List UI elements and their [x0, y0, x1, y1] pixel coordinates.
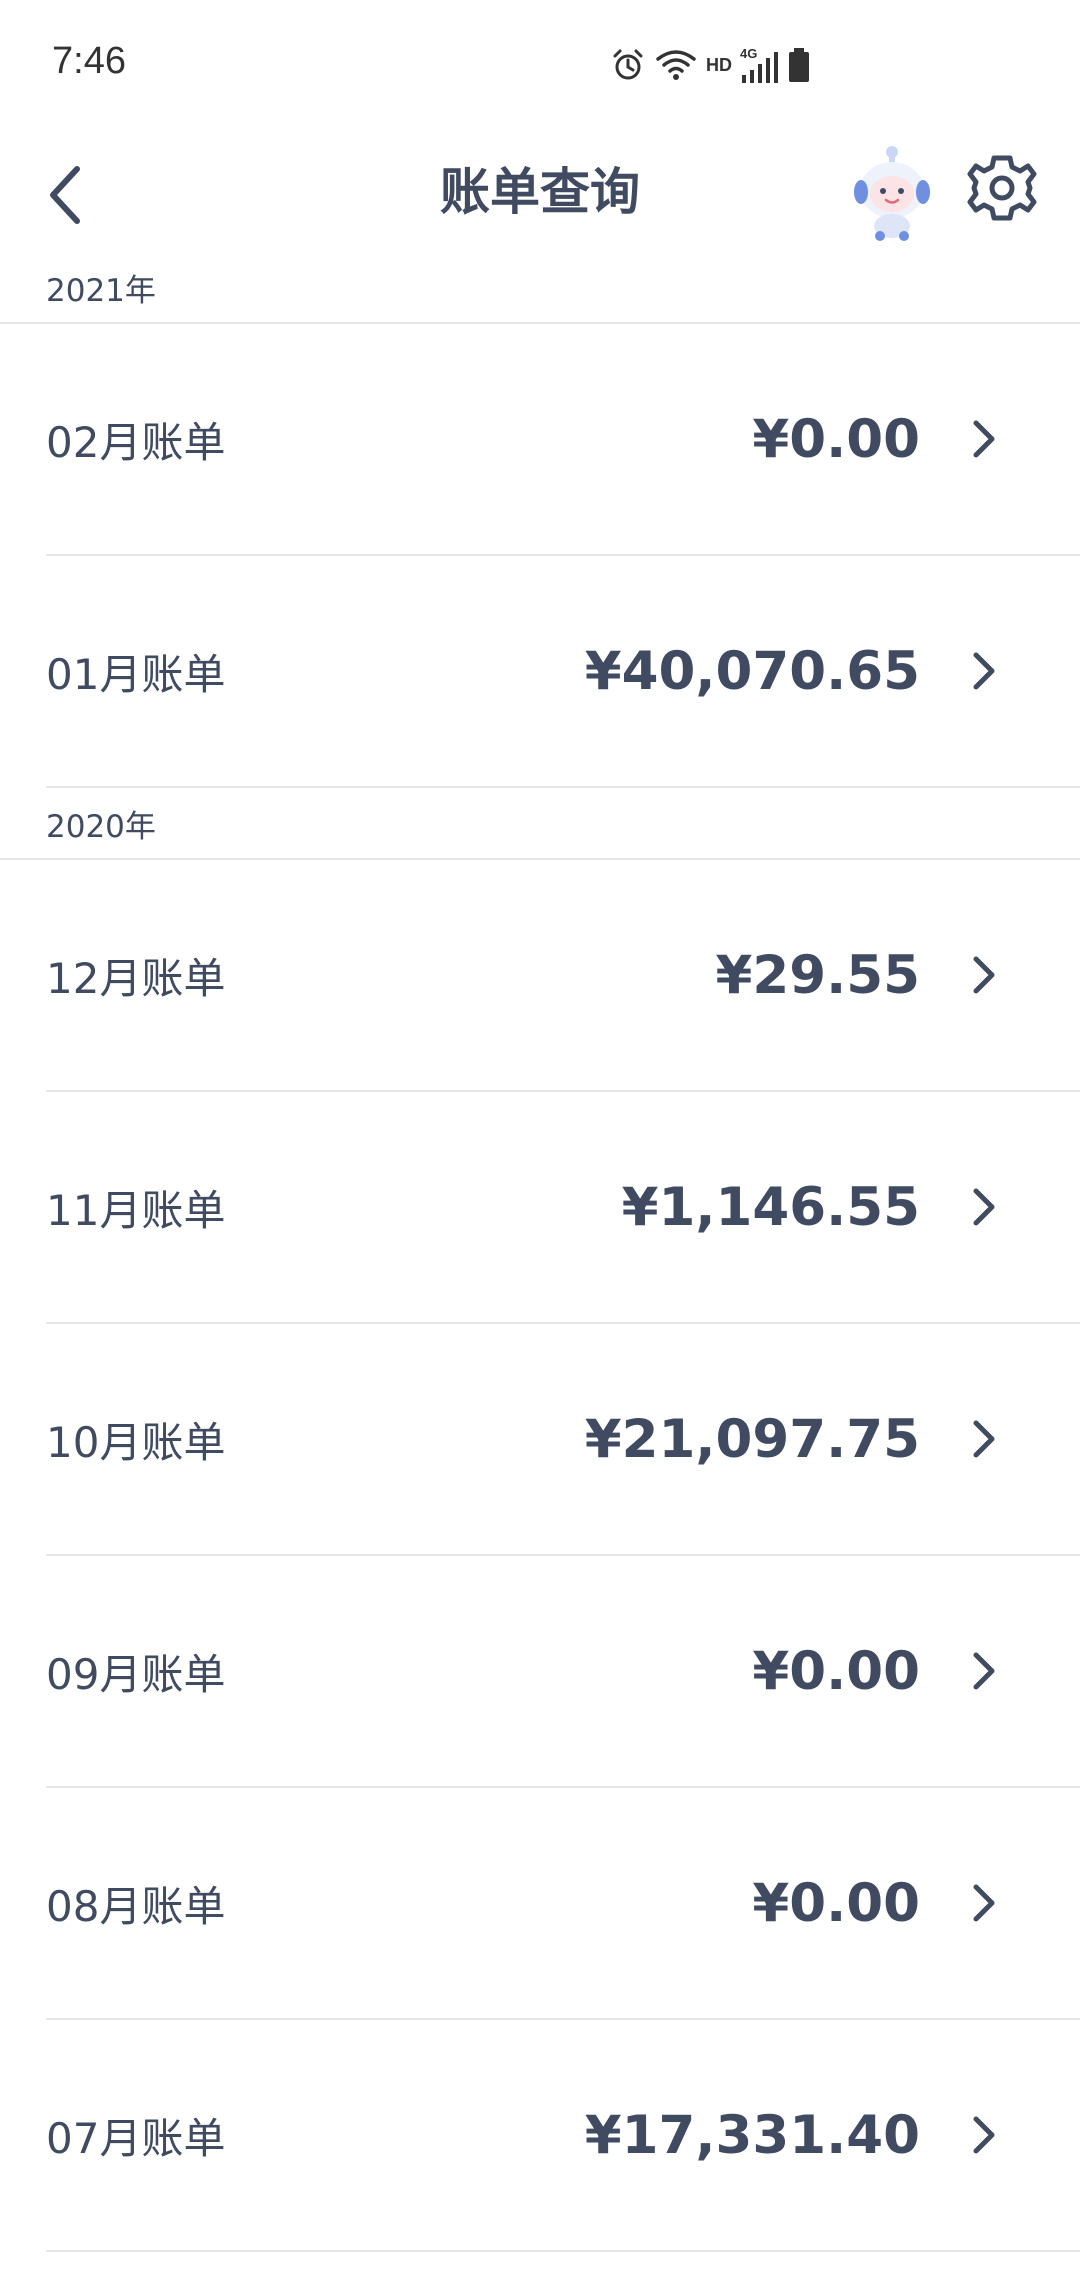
bill-month-label: 01月账单 [46, 649, 226, 699]
bill-row[interactable]: 08月账单 ¥0.00 [46, 1788, 1080, 2020]
robot-mascot-avatar[interactable] [852, 142, 932, 242]
status-icons: HD 4G [610, 42, 810, 88]
status-time: 7:46 [52, 40, 126, 82]
bill-row[interactable]: 11月账单 ¥1,146.55 [46, 1092, 1080, 1324]
bill-row[interactable]: 02月账单 ¥0.00 [46, 324, 1080, 556]
app-header: 账单查询 [0, 130, 1080, 260]
chevron-right-icon [964, 950, 1004, 1000]
chevron-right-icon [964, 1646, 1004, 1696]
bill-row[interactable]: 10月账单 ¥21,097.75 [46, 1324, 1080, 1556]
chevron-right-icon [964, 1182, 1004, 1232]
bill-row[interactable]: 09月账单 ¥0.00 [46, 1556, 1080, 1788]
chevron-right-icon [964, 1414, 1004, 1464]
bill-month-label: 09月账单 [46, 1649, 226, 1699]
chevron-right-icon [964, 414, 1004, 464]
bill-month-label: 11月账单 [46, 1185, 226, 1235]
bill-row[interactable]: 01月账单 ¥40,070.65 [46, 556, 1080, 788]
bill-month-label: 07月账单 [46, 2113, 226, 2163]
alarm-icon [613, 49, 643, 80]
svg-text:4G: 4G [740, 46, 757, 61]
battery-icon [789, 48, 809, 82]
bill-amount: ¥0.00 [752, 1640, 920, 1702]
bill-month-label: 12月账单 [46, 953, 226, 1003]
chevron-right-icon [964, 646, 1004, 696]
gear-icon [967, 155, 1037, 221]
bill-amount: ¥21,097.75 [584, 1408, 920, 1470]
wifi-icon [656, 50, 696, 80]
settings-button[interactable] [962, 148, 1042, 228]
bill-amount: ¥29.55 [715, 944, 920, 1006]
bill-month-label: 10月账单 [46, 1417, 226, 1467]
signal-icon: 4G [740, 46, 778, 83]
bill-amount: ¥40,070.65 [584, 640, 920, 702]
status-bar: 7:46 HD 4G [0, 0, 1080, 130]
bill-row[interactable]: 12月账单 ¥29.55 [46, 860, 1080, 1092]
bill-amount: ¥0.00 [752, 408, 920, 470]
bill-list: 2021年 02月账单 ¥0.00 01月账单 ¥40,070.65 2020年… [0, 252, 1080, 2252]
bill-amount: ¥0.00 [752, 1872, 920, 1934]
hd-indicator: HD [706, 54, 732, 75]
bill-month-label: 08月账单 [46, 1881, 226, 1931]
chevron-right-icon [964, 1878, 1004, 1928]
year-header: 2020年 [0, 788, 1080, 860]
year-header: 2021年 [0, 252, 1080, 324]
chevron-right-icon [964, 2110, 1004, 2160]
bill-amount: ¥1,146.55 [621, 1176, 920, 1238]
bill-row[interactable]: 07月账单 ¥17,331.40 [46, 2020, 1080, 2252]
bill-amount: ¥17,331.40 [584, 2104, 920, 2166]
bill-month-label: 02月账单 [46, 417, 226, 467]
